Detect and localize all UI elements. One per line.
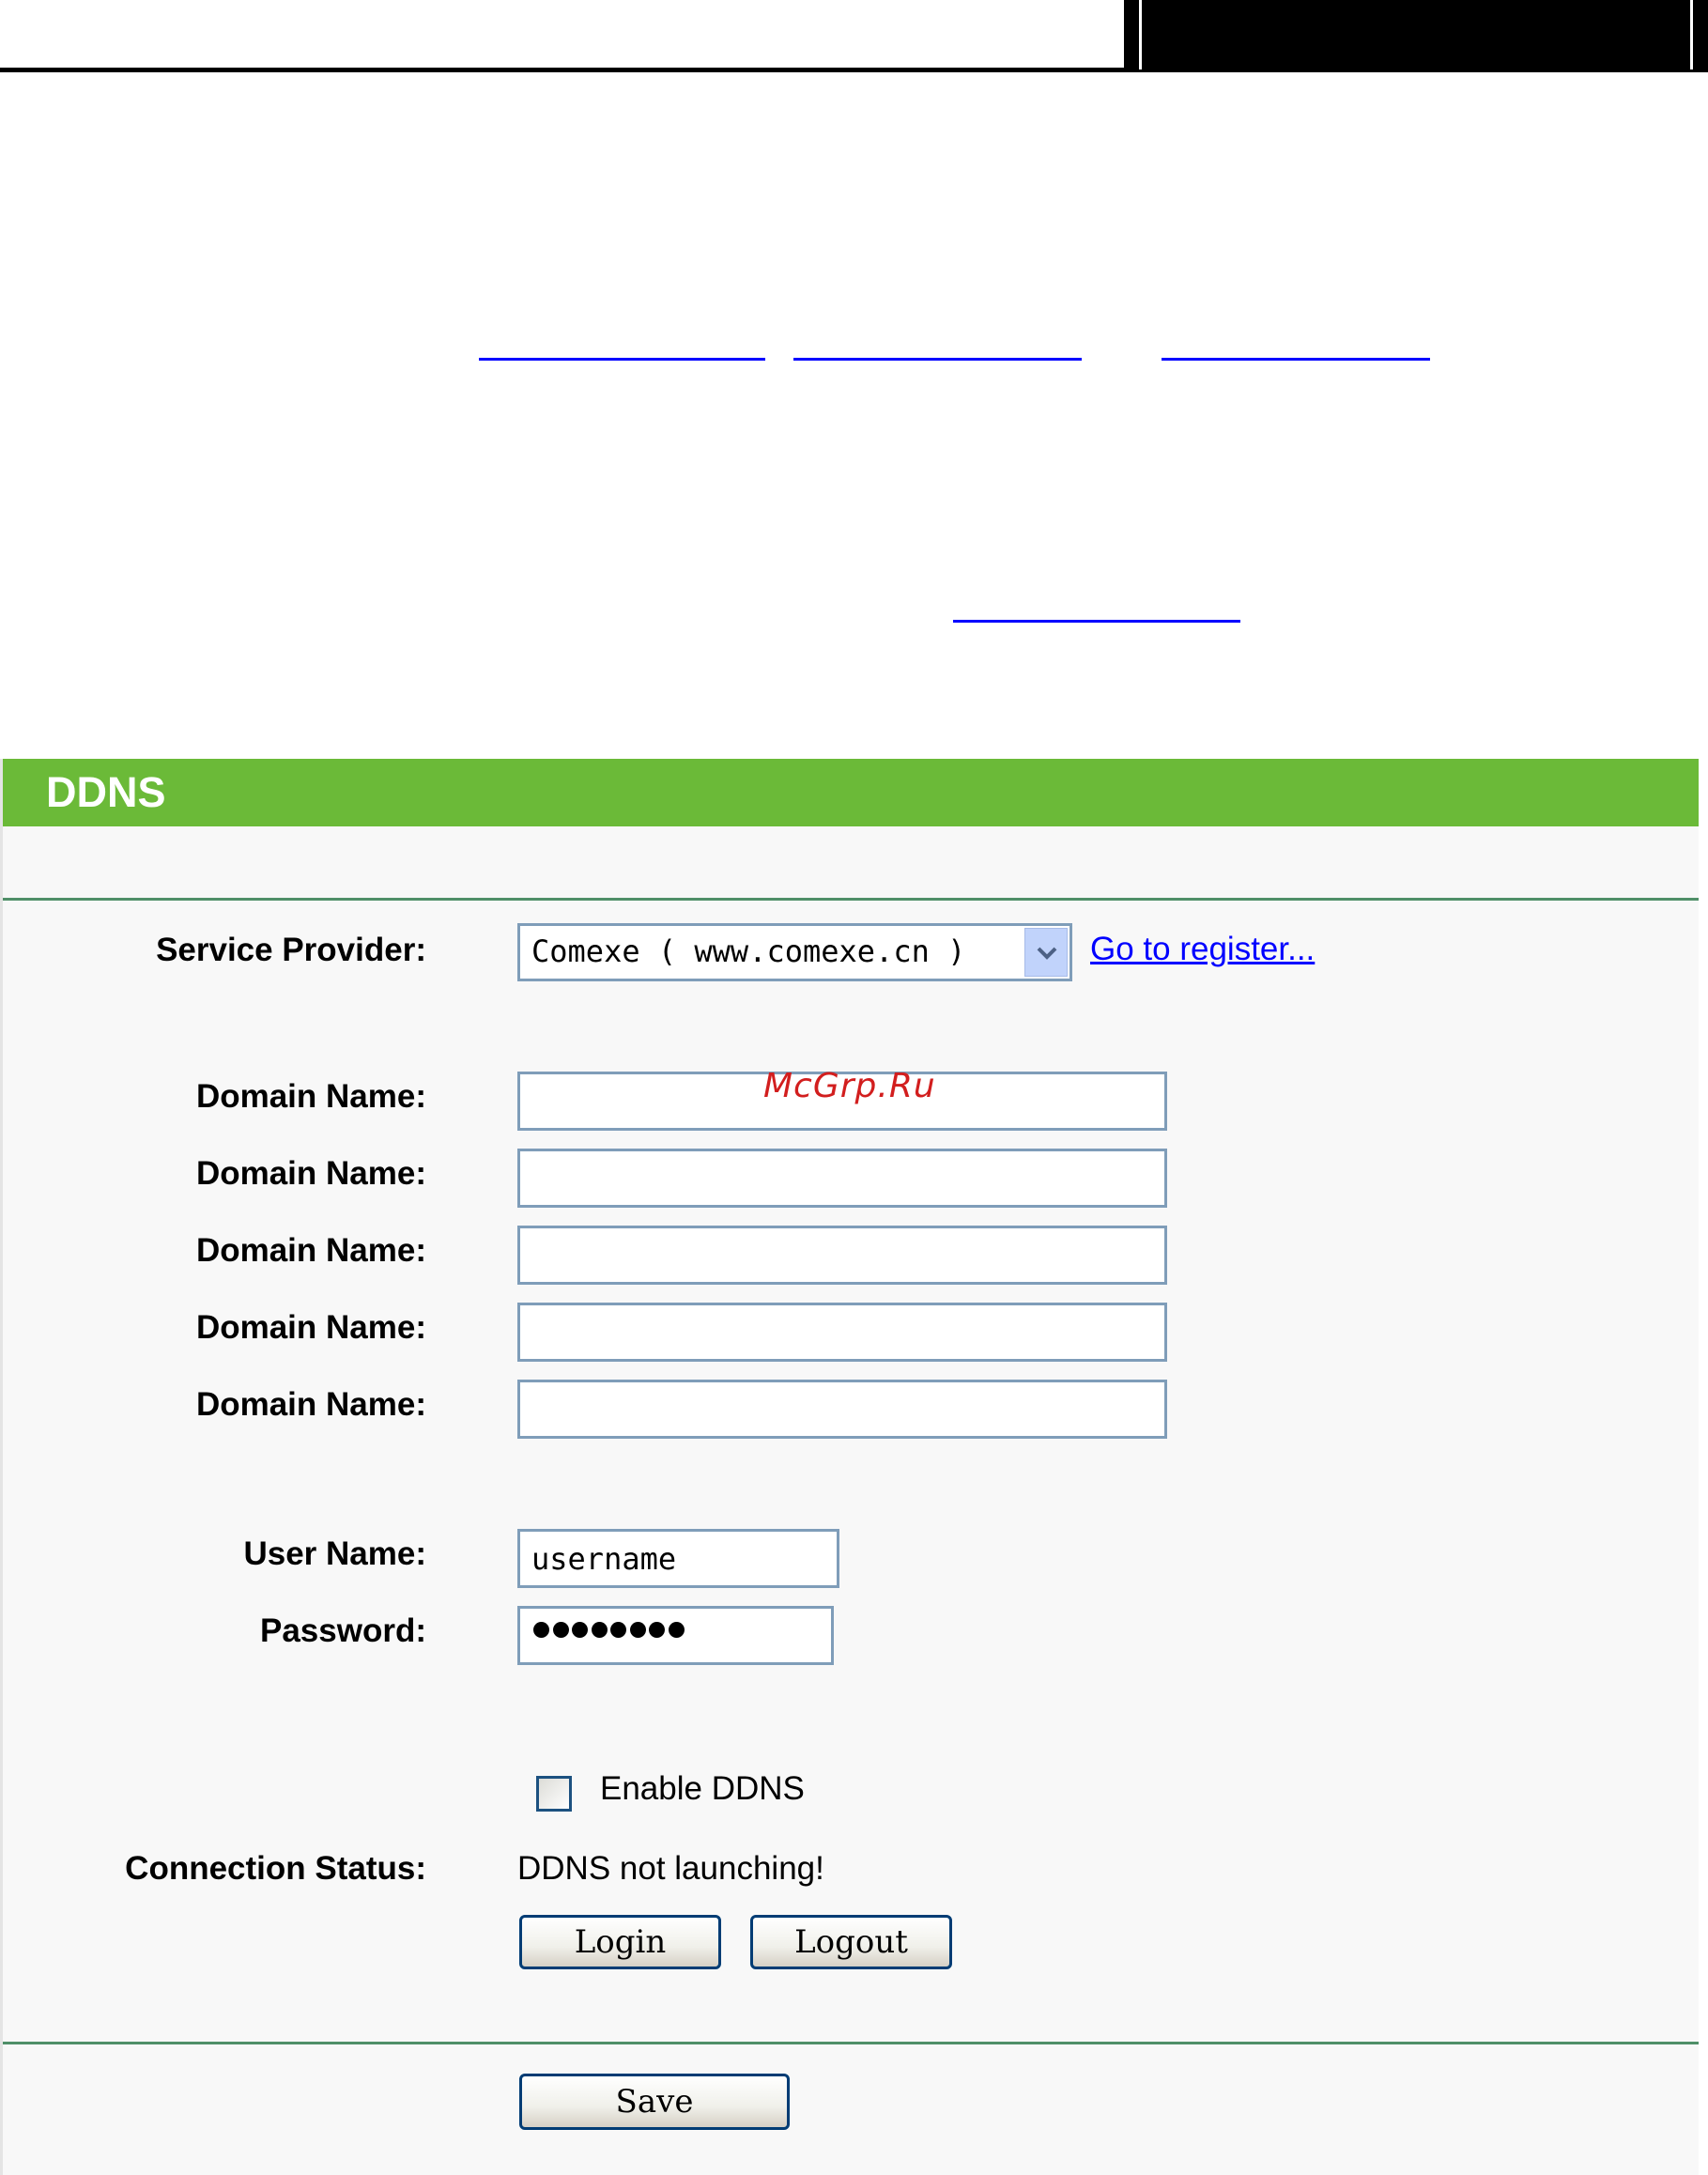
service-provider-value: Comexe ( www.comexe.cn ) <box>531 933 966 969</box>
document-link[interactable] <box>1162 358 1430 361</box>
domain-name-input-3[interactable] <box>517 1226 1167 1285</box>
domain-name-label: Domain Name: <box>195 1386 426 1423</box>
document-link[interactable] <box>953 620 1240 623</box>
password-input[interactable] <box>517 1606 834 1665</box>
password-dot <box>572 1622 588 1638</box>
password-dot <box>610 1622 626 1638</box>
password-dot <box>552 1622 569 1638</box>
connection-status-label: Connection Status: <box>125 1850 426 1887</box>
connection-status-value: DDNS not launching! <box>517 1850 824 1887</box>
document-link[interactable] <box>479 358 765 361</box>
password-label: Password: <box>260 1612 426 1649</box>
enable-ddns-checkbox[interactable] <box>536 1776 572 1812</box>
select-dropdown-button[interactable] <box>1024 928 1068 977</box>
password-dot <box>591 1622 608 1638</box>
watermark: McGrp.Ru <box>763 1067 936 1105</box>
section-divider-bottom <box>3 2042 1699 2044</box>
go-to-register-link[interactable]: Go to register... <box>1090 931 1315 968</box>
password-mask <box>533 1622 687 1643</box>
domain-name-label: Domain Name: <box>195 1232 426 1269</box>
service-provider-select[interactable]: Comexe ( www.comexe.cn ) <box>517 923 1072 981</box>
password-dot <box>533 1622 549 1638</box>
chevron-down-icon <box>1037 947 1057 960</box>
document-header-rule <box>0 68 1127 72</box>
password-dot <box>629 1622 646 1638</box>
save-button[interactable]: Save <box>519 2074 790 2130</box>
document-link[interactable] <box>793 358 1082 361</box>
enable-ddns-label[interactable]: Enable DDNS <box>600 1770 805 1808</box>
service-provider-label: Service Provider: <box>156 932 426 968</box>
domain-name-label: Domain Name: <box>195 1155 426 1192</box>
document-header-block <box>1124 0 1708 72</box>
logout-button[interactable]: Logout <box>750 1915 952 1969</box>
domain-name-input-5[interactable] <box>517 1380 1167 1439</box>
domain-name-label: Domain Name: <box>195 1078 426 1115</box>
domain-name-label: Domain Name: <box>195 1309 426 1346</box>
password-dot <box>649 1622 665 1638</box>
section-divider-top <box>3 898 1699 901</box>
username-input[interactable] <box>517 1529 839 1588</box>
panel-title: DDNS <box>46 768 166 816</box>
domain-name-input-2[interactable] <box>517 1149 1167 1208</box>
username-label: User Name: <box>243 1535 426 1572</box>
login-button[interactable]: Login <box>519 1915 721 1969</box>
panel-title-bar: DDNS <box>3 759 1699 826</box>
domain-name-input-4[interactable] <box>517 1303 1167 1362</box>
password-dot <box>668 1622 685 1638</box>
